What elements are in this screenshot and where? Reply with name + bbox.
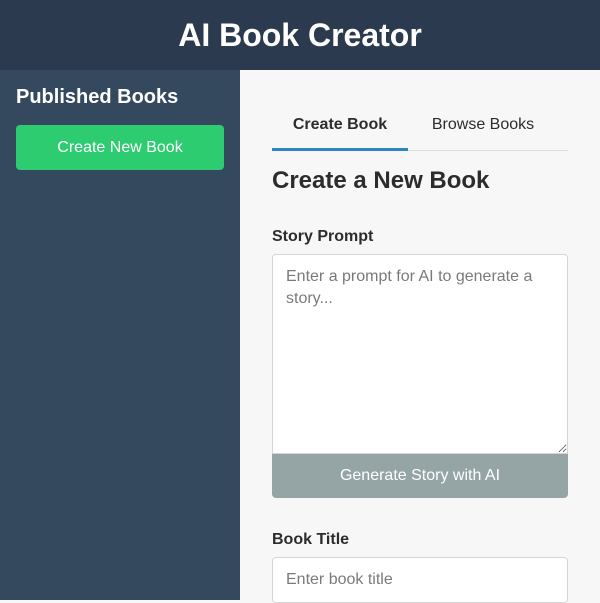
- book-title-label: Book Title: [272, 531, 350, 548]
- page-title: Create a New Book: [272, 167, 490, 194]
- tab-bar: Create Book Browse Books: [272, 106, 568, 151]
- sidebar-title: Published Books: [16, 86, 179, 108]
- story-prompt-input[interactable]: [272, 254, 568, 454]
- app-header: AI Book Creator: [0, 0, 600, 70]
- sidebar: Published Books Create New Book: [0, 70, 240, 600]
- create-new-book-button[interactable]: Create New Book: [16, 125, 224, 170]
- tab-create-book[interactable]: Create Book: [272, 106, 408, 151]
- app-title: AI Book Creator: [178, 16, 422, 53]
- main-panel: Create Book Browse Books Create a New Bo…: [240, 70, 600, 603]
- book-title-input[interactable]: [272, 557, 568, 603]
- tab-browse-books[interactable]: Browse Books: [408, 106, 558, 151]
- story-prompt-label: Story Prompt: [272, 228, 374, 245]
- generate-story-button[interactable]: Generate Story with AI: [272, 454, 568, 498]
